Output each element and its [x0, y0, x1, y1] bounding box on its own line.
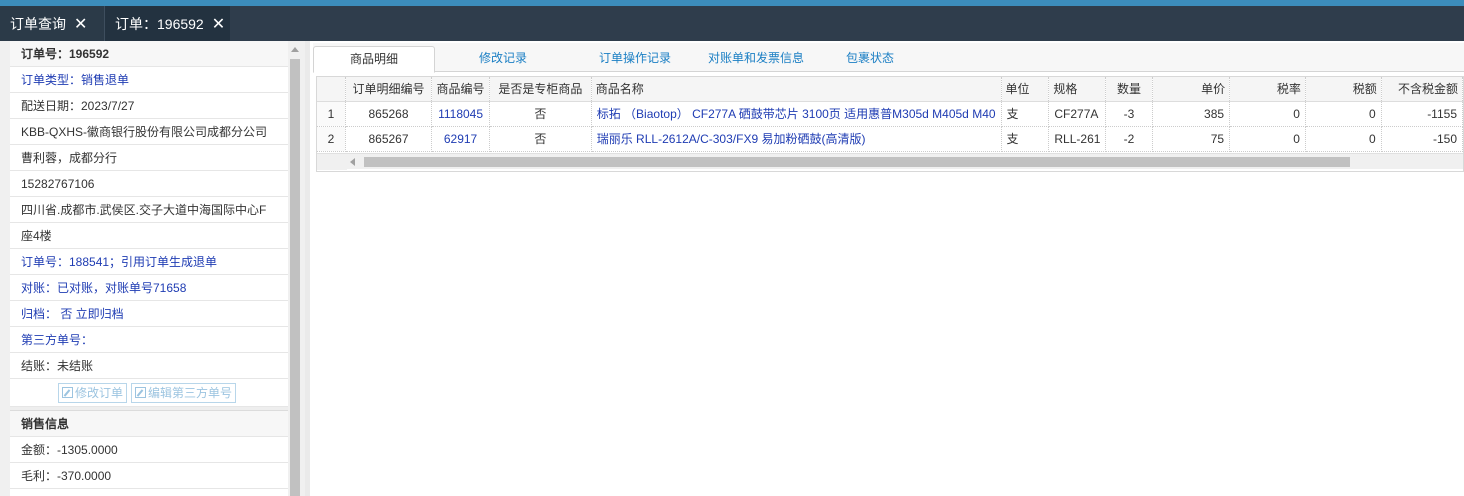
product-id-link[interactable]: 62917	[431, 126, 490, 152]
col-header[interactable]: 规格	[1048, 77, 1107, 102]
net-amount-cell: -1155	[1381, 101, 1463, 127]
edit-order-label: 修改订单	[75, 385, 124, 400]
third-party-number: 第三方单号：	[10, 327, 288, 353]
tax-rate-cell: 0	[1229, 126, 1306, 152]
col-header[interactable]: 商品名称	[591, 77, 1002, 102]
scroll-left-icon[interactable]	[350, 158, 355, 166]
price-cell: 385	[1152, 101, 1231, 127]
qty-cell: -3	[1105, 101, 1153, 127]
edit-order-button[interactable]: 修改订单	[58, 382, 128, 403]
tab-change-log[interactable]: 修改记录	[448, 46, 558, 72]
gross-profit: 毛利：-370.0000	[10, 463, 288, 489]
tab-order-query[interactable]: 订单查询 ✕	[0, 6, 104, 41]
scroll-up-icon[interactable]	[291, 47, 299, 52]
horizontal-scrollbar[interactable]	[317, 153, 1463, 170]
counter-cell: 否	[489, 101, 592, 127]
order-info-panel: 订单号：196592 订单类型：销售退单 配送日期：2023/7/27 KBB-…	[0, 41, 305, 496]
row-number: 1	[317, 101, 346, 127]
table-row[interactable]: 1 865268 1118045 否 标拓 （Biaotop） CF277A 硒…	[317, 101, 1463, 127]
address-line-2: 座4楼	[10, 223, 288, 249]
address-line-1: 四川省.成都市.武侯区.交子大道中海国际中心F	[10, 197, 288, 223]
tab-label: 订单：196592	[115, 15, 204, 32]
order-actions: 修改订单 编辑第三方单号	[10, 379, 288, 407]
detail-panel: 商品明细 修改记录 订单操作记录 对账单和发票信息 包裹状态 订单明细编号 商品…	[310, 41, 1464, 496]
edit-icon	[135, 387, 147, 398]
row-number: 2	[317, 126, 346, 152]
tab-package-status[interactable]: 包裹状态	[825, 46, 915, 72]
product-name-link[interactable]: 瑞丽乐 RLL-2612A/C-303/FX9 易加粉硒鼓(高清版)	[591, 126, 1002, 152]
close-icon[interactable]: ✕	[74, 14, 87, 34]
order-info-content: 订单号：196592 订单类型：销售退单 配送日期：2023/7/27 KBB-…	[10, 41, 288, 496]
archive-status[interactable]: 归档： 否 立即归档	[10, 301, 288, 327]
vertical-scrollbar[interactable]	[288, 41, 302, 496]
col-header[interactable]: 商品编号	[431, 77, 490, 102]
tax-cell: 0	[1305, 101, 1382, 127]
table-row[interactable]: 2 865267 62917 否 瑞丽乐 RLL-2612A/C-303/FX9…	[317, 126, 1463, 152]
tab-product-details[interactable]: 商品明细	[313, 46, 435, 73]
detail-id-cell: 865267	[345, 126, 433, 152]
unit-cell: 支	[1001, 101, 1050, 127]
net-amount-cell: -150	[1381, 126, 1463, 152]
col-header[interactable]: 是否是专柜商品	[489, 77, 592, 102]
delivery-date: 配送日期：2023/7/27	[10, 93, 288, 119]
order-number-heading: 订单号：196592	[10, 41, 288, 67]
row-number-header	[317, 77, 346, 102]
scroll-thumb[interactable]	[290, 59, 300, 496]
col-header[interactable]: 数量	[1105, 77, 1153, 102]
edit-third-party-button[interactable]: 编辑第三方单号	[131, 382, 237, 403]
tax-rate-cell: 0	[1229, 101, 1306, 127]
spec-cell: RLL-261	[1048, 126, 1107, 152]
scrollbar-corner	[317, 154, 347, 170]
product-name-link[interactable]: 标拓 （Biaotop） CF277A 硒鼓带芯片 3100页 适用惠普M305…	[591, 101, 1002, 127]
contact-phone: 15282767106	[10, 171, 288, 197]
edit-icon	[62, 387, 73, 398]
col-header[interactable]: 税额	[1305, 77, 1382, 102]
counter-cell: 否	[489, 126, 592, 152]
reference-order[interactable]: 订单号：188541；引用订单生成退单	[10, 249, 288, 275]
edit-third-party-label: 编辑第三方单号	[148, 385, 233, 400]
col-header[interactable]: 单位	[1001, 77, 1050, 102]
col-header[interactable]: 订单明细编号	[345, 77, 433, 102]
product-id-link[interactable]: 1118045	[431, 101, 490, 127]
settlement-status: 结账：未结账	[10, 353, 288, 379]
tab-order-detail[interactable]: 订单：196592 ✕	[104, 6, 230, 41]
col-header[interactable]: 单价	[1152, 77, 1231, 102]
close-icon[interactable]: ✕	[212, 14, 225, 34]
sales-amount: 金额：-1305.0000	[10, 437, 288, 463]
order-type: 订单类型：销售退单	[10, 67, 288, 93]
tab-statement-invoice[interactable]: 对账单和发票信息	[691, 46, 821, 72]
col-header[interactable]: 不含税金额	[1381, 77, 1463, 102]
tab-bar: 订单查询 ✕ 订单：196592 ✕	[0, 6, 1464, 41]
detail-id-cell: 865268	[345, 101, 433, 127]
unit-cell: 支	[1001, 126, 1050, 152]
tab-label: 订单查询	[10, 15, 66, 32]
scroll-thumb[interactable]	[364, 157, 1350, 167]
tab-operation-log[interactable]: 订单操作记录	[575, 46, 695, 72]
sales-info-heading: 销售信息	[10, 411, 288, 437]
customer-name: KBB-QXHS-徽商银行股份有限公司成都分公司	[10, 119, 288, 145]
contact-name: 曹利蓉，成都分行	[10, 145, 288, 171]
tax-cell: 0	[1305, 126, 1382, 152]
table-header-row: 订单明细编号 商品编号 是否是专柜商品 商品名称 单位 规格 数量 单价 税率 …	[317, 77, 1463, 102]
price-cell: 75	[1152, 126, 1231, 152]
reconcile-status[interactable]: 对账：已对账，对账单号71658	[10, 275, 288, 301]
product-grid: 订单明细编号 商品编号 是否是专柜商品 商品名称 单位 规格 数量 单价 税率 …	[316, 76, 1464, 172]
qty-cell: -2	[1105, 126, 1153, 152]
product-table: 订单明细编号 商品编号 是否是专柜商品 商品名称 单位 规格 数量 单价 税率 …	[317, 77, 1463, 152]
col-header[interactable]: 税率	[1229, 77, 1306, 102]
spec-cell: CF277A	[1048, 101, 1107, 127]
detail-tabs: 商品明细 修改记录 订单操作记录 对账单和发票信息 包裹状态	[313, 43, 1464, 73]
